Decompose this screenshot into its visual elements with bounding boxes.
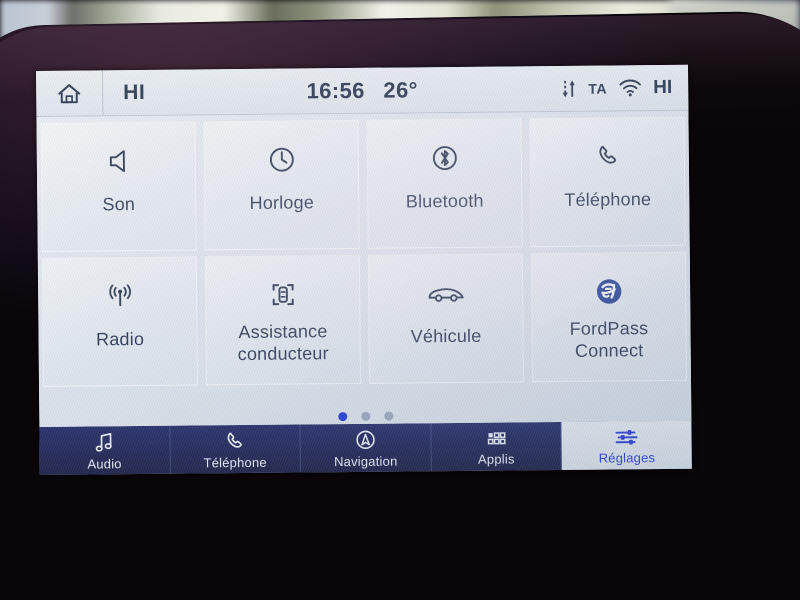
tile-label-line2: conducteur (237, 343, 329, 365)
clock-text: 16:56 (306, 77, 365, 103)
tile-assistance-conducteur[interactable]: Assistance conducteur (204, 254, 362, 386)
tile-label: Assistance conducteur (237, 320, 329, 365)
tile-label: Son (102, 194, 136, 215)
driver-assist-icon (265, 272, 299, 316)
sliders-icon (614, 427, 640, 447)
page-dot-2[interactable] (360, 411, 370, 421)
navigation-arrow-icon (353, 428, 377, 450)
phone-icon (223, 429, 247, 451)
fordpass-icon (591, 269, 625, 313)
tile-label: Bluetooth (405, 190, 484, 212)
bottom-navigation-bar: Audio Téléphone Navigation Applis Réglag… (39, 420, 692, 475)
tile-label: Radio (95, 328, 145, 350)
photo-scene: HI 16:56 26° TA HI Son Horloge Bluetooth… (0, 0, 800, 600)
phone-icon (590, 134, 624, 178)
nav-label: Navigation (333, 453, 398, 469)
nav-item-applis[interactable]: Applis (431, 421, 563, 473)
nav-label: Téléphone (203, 454, 267, 470)
nav-item-audio[interactable]: Audio (39, 425, 171, 475)
tile-row: Son Horloge Bluetooth Téléphone (36, 116, 689, 252)
tile-fordpass-connect[interactable]: FordPass Connect (530, 251, 688, 383)
radio-antenna-icon (101, 274, 137, 318)
tile-label: Véhicule (410, 325, 482, 347)
music-note-icon (92, 431, 116, 453)
status-right-text: HI (653, 76, 673, 98)
settings-tile-grid: Son Horloge Bluetooth Téléphone Radio As… (36, 110, 692, 427)
clock-icon (264, 137, 298, 181)
home-button[interactable] (36, 70, 104, 116)
nav-label: Réglages (598, 449, 656, 466)
temperature-text: 26° (383, 76, 418, 103)
infotainment-screen[interactable]: HI 16:56 26° TA HI Son Horloge Bluetooth… (36, 64, 692, 475)
traffic-announcement-indicator: TA (588, 80, 608, 97)
nav-item-reglages[interactable]: Réglages (561, 420, 692, 471)
apps-grid-icon (484, 428, 508, 448)
car-icon (423, 271, 467, 315)
home-icon (56, 81, 82, 105)
nav-item-telephone[interactable]: Téléphone (170, 424, 302, 475)
nav-label: Applis (477, 450, 515, 467)
tile-label-line1: Assistance (238, 321, 328, 343)
tile-label-line1: FordPass (569, 318, 649, 339)
nav-label: Audio (87, 455, 122, 472)
wifi-icon (618, 78, 642, 97)
bluetooth-icon (427, 136, 461, 180)
page-dot-1[interactable] (337, 412, 347, 422)
tile-vehicule[interactable]: Véhicule (367, 253, 525, 384)
status-bar: HI 16:56 26° TA HI (36, 64, 689, 117)
tile-label-line2: Connect (574, 340, 644, 361)
tile-telephone[interactable]: Téléphone (529, 116, 686, 248)
status-left-text: HI (123, 80, 146, 104)
tile-label: Horloge (249, 192, 315, 213)
tile-row: Radio Assistance conducteur Véhicule For… (38, 251, 691, 387)
page-dot-3[interactable] (383, 411, 393, 421)
tile-son[interactable]: Son (40, 121, 197, 252)
tile-label: FordPass Connect (570, 317, 649, 362)
data-transfer-icon (561, 76, 577, 100)
tile-radio[interactable]: Radio (41, 256, 199, 387)
nav-item-navigation[interactable]: Navigation (300, 423, 432, 474)
tile-bluetooth[interactable]: Bluetooth (366, 118, 523, 249)
status-right-group: TA HI (561, 75, 688, 100)
tile-label: Téléphone (564, 189, 652, 210)
tile-horloge[interactable]: Horloge (203, 119, 360, 251)
speaker-icon (101, 139, 135, 183)
